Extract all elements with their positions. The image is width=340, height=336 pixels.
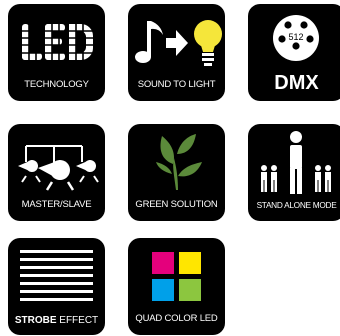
sound-to-light-tile: SOUND TO LIGHT [128,4,225,101]
stand-alone-mode-tile: STAND ALONE MODE [248,124,340,221]
yellow-square [179,252,201,274]
led-caption: TECHNOLOGY [24,79,89,90]
dmx-caption: DMX [274,72,319,94]
sound-caption: SOUND TO LIGHT [137,79,216,90]
spotlight-icon [18,160,99,191]
green-caption: GREEN SOLUTION [135,199,218,210]
quad-caption: QUAD COLOR LED [135,313,218,324]
arrow-right-icon [166,30,188,56]
master-slave-caption: MASTER/SLAVE [21,199,92,210]
strobe-effect-tile: STROBE EFFECT [8,238,105,335]
light-bulb-icon [194,20,222,66]
stand-alone-caption: STAND ALONE MODE [256,200,337,210]
master-slave-tile: MASTER/SLAVE [8,124,105,221]
dmx-badge: 512 [288,32,303,42]
green-square [179,279,201,301]
music-note-icon [147,21,151,57]
strobe-caption: STROBE EFFECT [8,315,105,326]
strobe-caption-rest: EFFECT [56,315,99,326]
magenta-square [152,252,174,274]
quad-color-led-tile: QUAD COLOR LED [128,238,225,335]
dmx-tile: 512 DMX [248,4,340,101]
cyan-square [152,279,174,301]
green-solution-tile: GREEN SOLUTION [128,124,225,221]
strobe-caption-bold: STROBE [14,315,57,326]
led-technology-tile: TECHNOLOGY [8,4,105,101]
